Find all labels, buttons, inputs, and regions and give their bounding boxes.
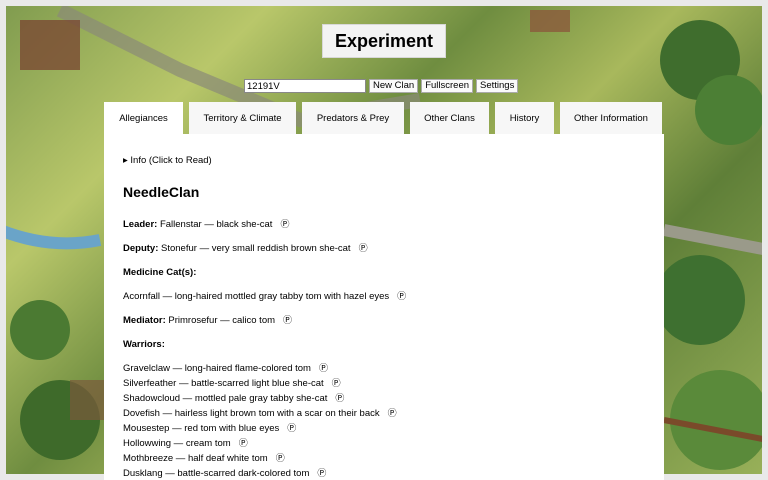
mediator-label: Mediator: (123, 315, 166, 326)
medicine-row: Acornfall — long-haired mottled gray tab… (123, 289, 645, 304)
warrior-row: Dusklang — battle-scarred dark-colored t… (123, 466, 645, 480)
help-icon[interactable]: Ⓟ (317, 466, 326, 480)
deputy-row: Deputy: Stonefur — very small reddish br… (123, 241, 645, 256)
warrior-text: Shadowcloud — mottled pale gray tabby sh… (123, 393, 328, 404)
warrior-text: Gravelclaw — long-haired flame-colored t… (123, 363, 311, 374)
warrior-text: Silverfeather — battle-scarred light blu… (123, 378, 324, 389)
fullscreen-button[interactable]: Fullscreen (421, 79, 474, 93)
warrior-row: Shadowcloud — mottled pale gray tabby sh… (123, 391, 645, 406)
help-icon[interactable]: Ⓟ (397, 289, 406, 304)
leader-label: Leader: (123, 219, 158, 230)
controls-bar: New Clan Fullscreen Settings (244, 79, 519, 93)
warrior-text: Dusklang — battle-scarred dark-colored t… (123, 468, 310, 479)
warrior-text: Dovefish — hairless light brown tom with… (123, 408, 380, 419)
help-icon[interactable]: Ⓟ (287, 421, 296, 436)
help-icon[interactable]: Ⓟ (283, 313, 292, 328)
help-icon[interactable]: Ⓟ (280, 217, 289, 232)
tab-other-information[interactable]: Other Information (560, 102, 662, 134)
new-clan-button[interactable]: New Clan (369, 79, 419, 93)
mediator-row: Mediator: Primrosefur — calico tom Ⓟ (123, 313, 645, 328)
tab-allegiances[interactable]: Allegiances (104, 102, 183, 134)
title-box: Experiment (322, 24, 446, 58)
help-icon[interactable]: Ⓟ (239, 436, 248, 451)
settings-button[interactable]: Settings (476, 79, 519, 93)
help-icon[interactable]: Ⓟ (332, 376, 341, 391)
clan-name: NeedleClan (123, 184, 200, 200)
warrior-text: Mothbreeze — half deaf white tom (123, 453, 268, 464)
info-toggle[interactable]: ▸ Info (Click to Read) (123, 155, 645, 166)
warrior-row: Mothbreeze — half deaf white tom Ⓟ (123, 451, 645, 466)
leader-value: Fallenstar — black she-cat (157, 219, 273, 230)
warrior-text: Hollowwing — cream tom (123, 438, 231, 449)
tab-history[interactable]: History (495, 102, 554, 134)
tab-other-clans[interactable]: Other Clans (410, 102, 489, 134)
help-icon[interactable]: Ⓟ (388, 406, 397, 421)
warriors-label: Warriors: (123, 339, 165, 350)
help-icon[interactable]: Ⓟ (276, 451, 285, 466)
page-title: Experiment (334, 30, 434, 51)
seed-input[interactable] (244, 79, 366, 93)
leader-row: Leader: Fallenstar — black she-cat Ⓟ (123, 217, 645, 232)
allegiances-panel: ▸ Info (Click to Read) NeedleClan Leader… (104, 134, 664, 480)
medicine-label: Medicine Cat(s): (123, 267, 197, 278)
help-icon[interactable]: Ⓟ (359, 241, 368, 256)
mediator-value: Primrosefur — calico tom (165, 315, 276, 326)
warrior-row: Silverfeather — battle-scarred light blu… (123, 376, 645, 391)
deputy-label: Deputy: (123, 243, 159, 254)
deputy-value: Stonefur — very small reddish brown she-… (158, 243, 351, 254)
warrior-text: Mousestep — red tom with blue eyes (123, 423, 280, 434)
medicine-cat: Acornfall — long-haired mottled gray tab… (123, 291, 390, 302)
warrior-row: Gravelclaw — long-haired flame-colored t… (123, 361, 645, 376)
warrior-row: Mousestep — red tom with blue eyes Ⓟ (123, 421, 645, 436)
tab-territory-climate[interactable]: Territory & Climate (189, 102, 296, 134)
help-icon[interactable]: Ⓟ (319, 361, 328, 376)
tab-predators-prey[interactable]: Predators & Prey (302, 102, 404, 134)
warrior-row: Dovefish — hairless light brown tom with… (123, 406, 645, 421)
help-icon[interactable]: Ⓟ (335, 391, 344, 406)
warrior-row: Hollowwing — cream tom Ⓟ (123, 436, 645, 451)
